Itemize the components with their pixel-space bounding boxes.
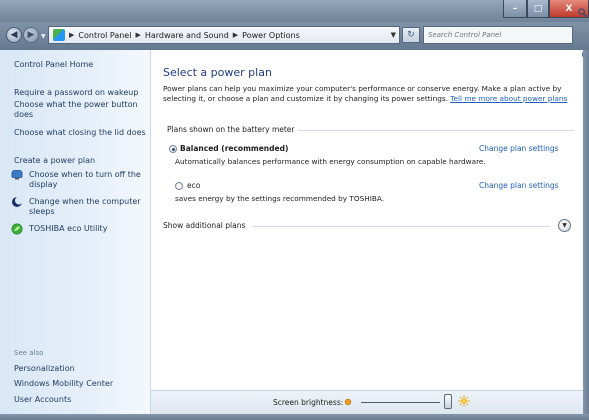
search-icon[interactable] [578,8,587,17]
minimize-button[interactable]: – [503,0,527,18]
navigation-bar: ◀ ▶ ▼ ▶ Control Panel ▶ Hardware and Sou… [0,22,589,50]
sidebar-link-require-password[interactable]: Require a password on wakeup [14,88,148,98]
expand-additional-plans-button[interactable]: ▼ [558,219,571,232]
additional-plans-divider [253,226,550,227]
monitor-icon [11,170,23,180]
show-additional-plans-label[interactable]: Show additional plans [163,221,245,230]
breadcrumb-separator[interactable]: ▶ [69,31,74,39]
sidebar-link-computer-sleeps[interactable]: Change when the computer sleeps [29,197,163,217]
window-frame-right [583,50,589,420]
group-divider [298,130,574,131]
forward-button[interactable]: ▶ [23,27,39,43]
balanced-plan-radio[interactable] [169,145,177,153]
breadcrumb-hardware-and-sound[interactable]: Hardware and Sound [145,31,229,40]
sidebar-link-mobility-center[interactable]: Windows Mobility Center [14,379,148,389]
eco-plan-name[interactable]: eco [187,181,200,190]
search-input[interactable] [424,27,572,43]
window-controls: – □ X [503,0,589,18]
screen-brightness-label: Screen brightness: [273,398,344,407]
battery-meter-plans-heading: Plans shown on the battery meter [167,125,295,134]
back-button[interactable]: ◀ [6,27,22,43]
sidebar-link-closing-lid[interactable]: Choose what closing the lid does [14,128,148,138]
eco-change-settings-link[interactable]: Change plan settings [479,181,559,190]
eco-plan-radio[interactable] [175,182,183,190]
intro-text: Power plans can help you maximize your c… [163,84,573,103]
tell-me-more-link[interactable]: Tell me more about power plans [450,94,567,103]
maximize-button[interactable]: □ [527,0,549,18]
sidebar-link-create-power-plan[interactable]: Create a power plan [14,156,148,166]
refresh-button[interactable]: ↻ [402,27,420,43]
breadcrumb-separator[interactable]: ▶ [135,31,140,39]
eco-leaf-icon [11,223,23,235]
sidebar-link-power-button[interactable]: Choose what the power button does [14,100,148,120]
sidebar-link-turn-off-display[interactable]: Choose when to turn off the display [29,170,163,190]
window-frame-bottom [0,414,589,420]
page-title: Select a power plan [163,66,272,79]
moon-icon [12,196,23,207]
search-box[interactable] [423,26,573,44]
see-also-heading: See also [14,349,44,357]
balanced-plan-name[interactable]: Balanced (recommended) [180,144,288,153]
brightness-slider-track[interactable] [361,402,440,403]
bright-sun-icon [458,395,470,407]
address-history-dropdown[interactable]: ▼ [391,31,396,39]
balanced-plan-description: Automatically balances performance with … [175,157,486,166]
sidebar-link-control-panel-home[interactable]: Control Panel Home [14,60,148,70]
sidebar-link-user-accounts[interactable]: User Accounts [14,395,148,405]
address-bar[interactable]: ▶ Control Panel ▶ Hardware and Sound ▶ P… [48,26,400,44]
brightness-slider-thumb[interactable] [444,394,452,409]
breadcrumb-power-options[interactable]: Power Options [242,31,300,40]
recent-pages-dropdown[interactable]: ▼ [41,33,46,40]
balanced-change-settings-link[interactable]: Change plan settings [479,144,559,153]
dim-sun-icon [344,398,352,406]
control-panel-icon [53,29,65,41]
title-bar: – □ X [0,0,589,22]
sidebar-link-toshiba-eco[interactable]: TOSHIBA eco Utility [29,224,163,234]
sidebar-link-personalization[interactable]: Personalization [14,364,148,374]
breadcrumb-control-panel[interactable]: Control Panel [78,31,131,40]
breadcrumb-separator[interactable]: ▶ [233,31,238,39]
eco-plan-description: saves energy by the settings recommended… [175,194,385,203]
